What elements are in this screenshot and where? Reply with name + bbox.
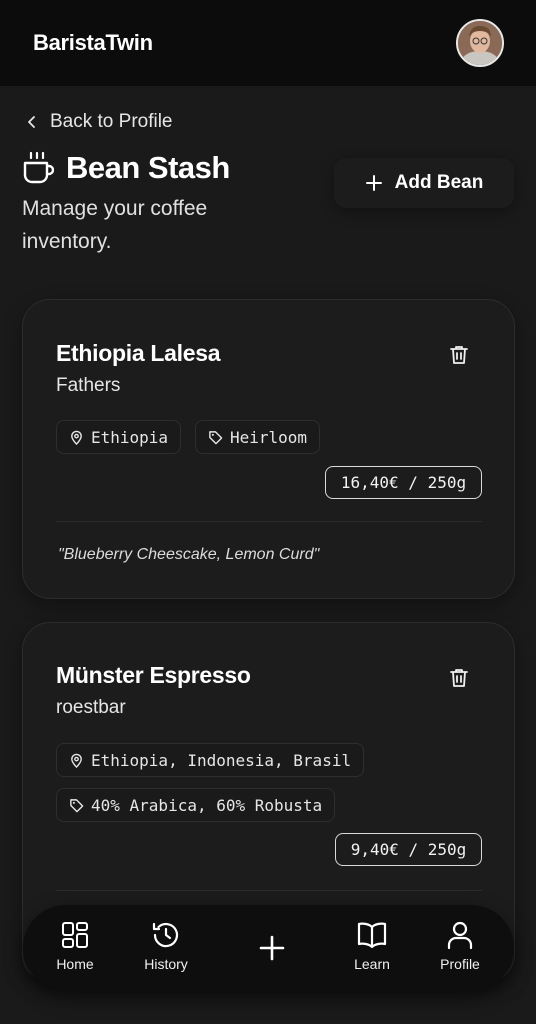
origin-tag: Ethiopia, Indonesia, Brasil — [56, 743, 365, 777]
nav-history-label: History — [144, 956, 188, 972]
variety-tag: Heirloom — [195, 420, 321, 454]
nav-learn[interactable]: Learn — [351, 905, 393, 991]
trash-icon[interactable] — [448, 344, 470, 366]
trash-icon[interactable] — [448, 667, 470, 689]
bean-roaster: roestbar — [56, 697, 126, 718]
page-subtitle: Manage your coffee inventory. — [22, 197, 208, 253]
history-icon — [152, 922, 179, 948]
nav-home[interactable]: Home — [53, 905, 97, 991]
tag-icon — [70, 798, 84, 812]
price-badge: 16,40€ / 250g — [325, 466, 482, 499]
plus-icon — [365, 175, 382, 191]
origin-tag: Ethiopia — [56, 420, 182, 454]
origin-text: Ethiopia, Indonesia, Brasil — [91, 750, 352, 770]
variety-tag: 40% Arabica, 60% Robusta — [56, 788, 336, 822]
map-pin-icon — [71, 753, 82, 768]
variety-text: 40% Arabica, 60% Robusta — [91, 795, 323, 815]
app-name: BaristaTwin — [33, 30, 153, 55]
price-badge: 9,40€ / 250g — [335, 833, 482, 866]
nav-history[interactable]: History — [141, 905, 191, 991]
card-divider — [56, 890, 482, 891]
origin-text: Ethiopia — [91, 427, 169, 447]
avatar[interactable] — [456, 19, 504, 67]
nav-profile-label: Profile — [440, 956, 480, 972]
tag-icon — [209, 430, 223, 444]
nav-home-label: Home — [56, 956, 94, 972]
bean-card[interactable]: Ethiopia Lalesa Fathers Ethiopia Heirloo… — [22, 299, 515, 599]
page-title: Bean Stash — [66, 150, 230, 185]
add-bean-button[interactable]: Add Bean — [334, 158, 514, 208]
chevron-left-icon — [28, 116, 35, 128]
variety-text: Heirloom — [230, 427, 308, 447]
bottom-nav: Home History Learn Profile — [23, 905, 514, 991]
coffee-cup-icon — [23, 151, 54, 184]
book-icon — [357, 922, 387, 949]
map-pin-icon — [71, 430, 82, 445]
page-title-row: Bean Stash — [22, 150, 230, 186]
add-bean-label: Add Bean — [394, 172, 484, 193]
bean-name: Ethiopia Lalesa — [56, 340, 221, 366]
nav-learn-label: Learn — [354, 956, 390, 972]
grid-icon — [62, 922, 88, 948]
nav-profile[interactable]: Profile — [435, 905, 485, 991]
plus-icon[interactable] — [257, 933, 287, 963]
bean-roaster: Fathers — [56, 375, 121, 396]
bean-name: Münster Espresso — [56, 662, 251, 688]
tasting-notes: "Blueberry Cheescake, Lemon Curd" — [58, 546, 320, 563]
top-bar: BaristaTwin — [0, 0, 536, 86]
back-to-profile-link[interactable]: Back to Profile — [24, 111, 173, 133]
back-label: Back to Profile — [50, 111, 173, 132]
card-divider — [56, 521, 482, 522]
user-icon — [447, 921, 473, 950]
